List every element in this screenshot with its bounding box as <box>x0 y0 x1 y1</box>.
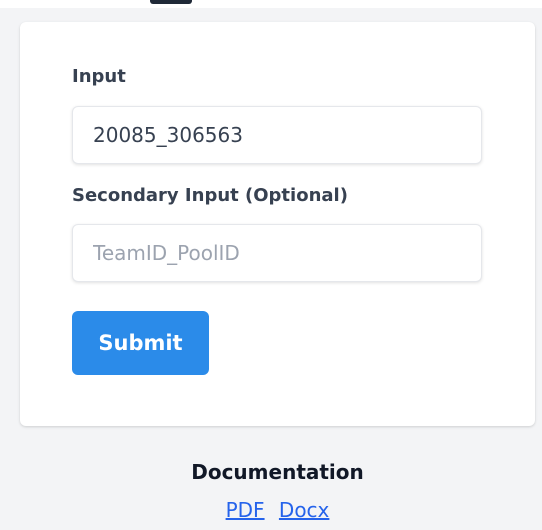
input-label: Input <box>72 66 126 87</box>
submit-button[interactable]: Submit <box>72 311 209 375</box>
pdf-link[interactable]: PDF <box>226 498 265 522</box>
secondary-input-field[interactable] <box>72 224 482 282</box>
input-field[interactable] <box>72 106 482 164</box>
documentation-title: Documentation <box>191 460 364 484</box>
secondary-input-label: Secondary Input (Optional) <box>72 185 348 206</box>
top-bar <box>0 0 542 8</box>
form-card: Input Secondary Input (Optional) Submit <box>20 22 535 426</box>
documentation-links: PDF Docx <box>0 498 542 522</box>
docx-link[interactable]: Docx <box>279 498 329 522</box>
cropped-heading-fragment <box>150 0 192 4</box>
